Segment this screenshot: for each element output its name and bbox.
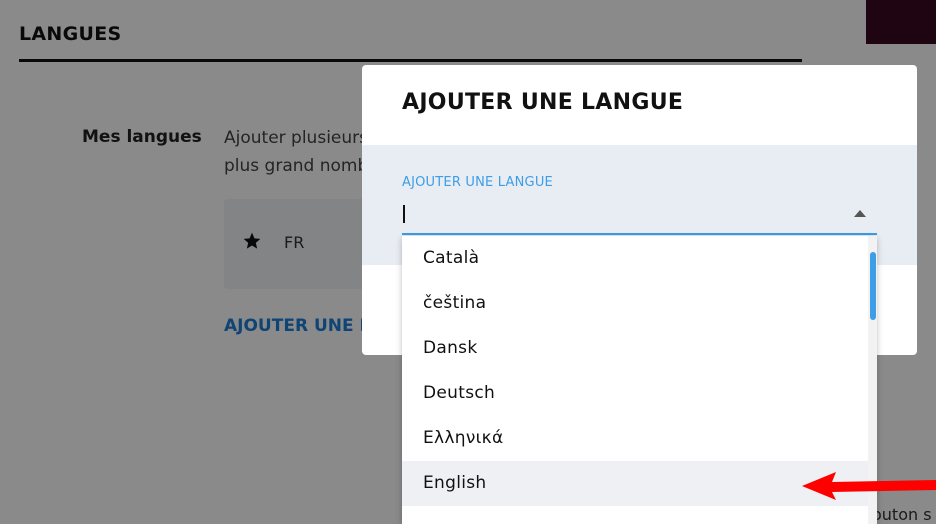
language-search-input[interactable] <box>402 197 877 235</box>
option-dansk[interactable]: Dansk <box>402 326 868 371</box>
option-deutsch[interactable]: Deutsch <box>402 371 868 416</box>
option-ellinika[interactable]: Ελληνικά <box>402 416 868 461</box>
dialog-title: AJOUTER UNE LANGUE <box>402 90 684 115</box>
text-cursor <box>403 205 405 223</box>
option-catala[interactable]: Català <box>402 236 868 281</box>
language-field-label: AJOUTER UNE LANGUE <box>402 175 553 190</box>
red-arrow-left-icon <box>802 472 936 500</box>
dropdown-toggle-icon[interactable] <box>854 210 866 217</box>
option-english[interactable]: English <box>402 461 868 506</box>
scrollbar-thumb[interactable] <box>870 252 876 320</box>
option-cestina[interactable]: čeština <box>402 281 868 326</box>
